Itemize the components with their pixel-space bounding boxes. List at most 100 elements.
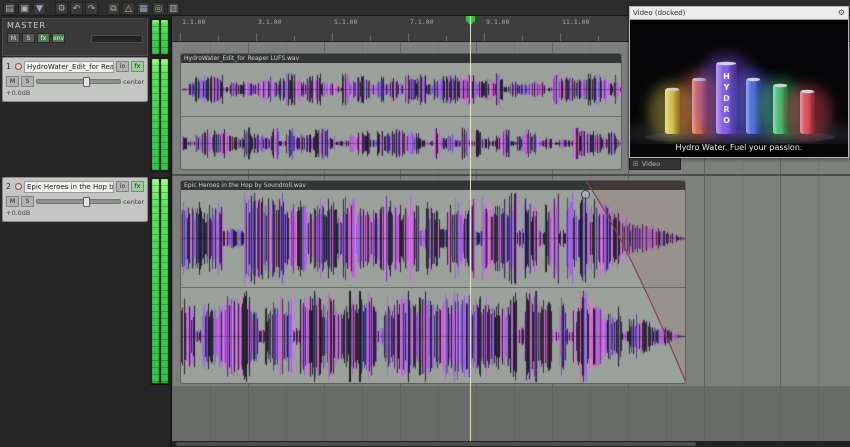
ruler-tick bbox=[256, 33, 257, 41]
meter-left-channel bbox=[152, 59, 159, 170]
media-item-label: HydroWater_Edit_for Reaper LUFS.wav bbox=[181, 54, 621, 63]
solo-button[interactable]: S bbox=[21, 196, 34, 207]
undo-icon[interactable]: ↶ bbox=[70, 1, 83, 15]
ruler-label: 5.1.00 bbox=[334, 18, 358, 26]
meter-right-channel bbox=[161, 59, 168, 170]
ruler-label: 9.1.00 bbox=[486, 18, 510, 26]
hydro-can-red bbox=[783, 84, 832, 140]
mute-button[interactable]: M bbox=[6, 196, 19, 207]
volume-fader-thumb[interactable] bbox=[82, 197, 90, 207]
track-name-input[interactable]: Epic Heroes in the Hop by Sou... bbox=[24, 180, 114, 193]
svg-text:Y: Y bbox=[723, 83, 730, 92]
master-track-panel[interactable]: MASTER M S fx env bbox=[2, 18, 148, 56]
new-project-icon[interactable]: ▤ bbox=[3, 1, 16, 15]
solo-button[interactable]: S bbox=[21, 76, 34, 87]
fade-handle[interactable] bbox=[581, 190, 590, 199]
ruler-tick bbox=[180, 33, 181, 41]
pan-value[interactable]: center bbox=[123, 198, 144, 206]
waveform-left-channel[interactable] bbox=[181, 190, 685, 287]
svg-text:R: R bbox=[723, 105, 729, 114]
hydro-cans-graphic: HYDRO bbox=[630, 53, 848, 144]
window-icon: ⊞ bbox=[633, 160, 639, 168]
master-level-meter bbox=[150, 18, 170, 56]
record-arm-button[interactable] bbox=[15, 183, 22, 190]
volume-fader[interactable] bbox=[36, 77, 122, 87]
meter-left-channel bbox=[152, 20, 159, 54]
horizontal-scrollbar[interactable] bbox=[172, 441, 850, 447]
mute-button[interactable]: M bbox=[6, 76, 19, 87]
item-grouping-icon[interactable]: ⧉ bbox=[107, 1, 120, 15]
record-arm-button[interactable] bbox=[15, 63, 22, 70]
video-docker-tab[interactable]: ⊞ Video bbox=[629, 158, 681, 170]
ruler-tick bbox=[598, 36, 599, 41]
ruler-label: 7.1.00 bbox=[410, 18, 434, 26]
waveform-right-channel[interactable] bbox=[181, 117, 621, 169]
video-caption: Hydro Water. Fuel your passion. bbox=[675, 143, 803, 152]
media-item-hydrowater[interactable]: HydroWater_Edit_for Reaper LUFS.wav bbox=[180, 53, 622, 170]
track-panel-2[interactable]: 2 Epic Heroes in the Hop by Sou... io fx… bbox=[2, 177, 148, 222]
edit-cursor-line bbox=[470, 16, 471, 441]
ruler-tick bbox=[484, 33, 485, 41]
fx-button[interactable]: fx bbox=[131, 61, 144, 72]
track-1-level-meter bbox=[150, 57, 170, 172]
master-env-button[interactable]: env bbox=[52, 33, 65, 43]
master-track-label: MASTER bbox=[7, 21, 46, 30]
pan-value[interactable]: center bbox=[123, 78, 144, 86]
ruler-tick bbox=[560, 33, 561, 41]
project-settings-icon[interactable]: ⚙ bbox=[55, 1, 68, 15]
track-panel-1[interactable]: 1 HydroWater_Edit_for Reaper... io fx M … bbox=[2, 57, 148, 102]
save-project-icon[interactable]: ▼ bbox=[33, 1, 46, 15]
media-item-label: Epic Heroes in the Hop by Soundroll.wav bbox=[181, 181, 685, 190]
svg-text:D: D bbox=[723, 94, 730, 103]
ruler-label: 3.1.00 bbox=[258, 18, 282, 26]
media-item-epic-heroes[interactable]: Epic Heroes in the Hop by Soundroll.wav bbox=[180, 180, 686, 384]
mixer-icon[interactable]: ▥ bbox=[167, 1, 180, 15]
track-number: 1 bbox=[6, 62, 11, 71]
scrollbar-thumb[interactable] bbox=[176, 442, 696, 446]
ruler-tick bbox=[370, 36, 371, 41]
meter-right-channel bbox=[161, 20, 168, 54]
svg-text:H: H bbox=[723, 72, 730, 81]
svg-text:O: O bbox=[723, 116, 730, 125]
reaper-window: ▤ ▣ ▼ ⚙ ↶ ↷ ⧉ △ ▦ ◎ ▥ MASTER M S fx env 1 HydroWat… bbox=[0, 0, 850, 447]
volume-readout: +0.0dB bbox=[6, 89, 31, 97]
grid-icon[interactable]: ▦ bbox=[137, 1, 150, 15]
snap-icon[interactable]: ◎ bbox=[152, 1, 165, 15]
ruler-label: 1.1.00 bbox=[182, 18, 206, 26]
master-fx-button[interactable]: fx bbox=[37, 33, 50, 43]
video-settings-icon[interactable]: ⚙ bbox=[838, 8, 845, 18]
waveform-right-channel[interactable] bbox=[181, 288, 685, 383]
fx-button[interactable]: fx bbox=[131, 181, 144, 192]
waveform-left-channel[interactable] bbox=[181, 63, 621, 116]
volume-fader[interactable] bbox=[36, 197, 122, 207]
open-project-icon[interactable]: ▣ bbox=[18, 1, 31, 15]
video-display: HYDRO Hydro Water. Fuel your passion. bbox=[630, 20, 848, 157]
empty-lane-area[interactable] bbox=[172, 386, 850, 441]
video-tab-label: Video bbox=[641, 160, 661, 168]
routing-button[interactable]: io bbox=[116, 61, 129, 72]
track-name-input[interactable]: HydroWater_Edit_for Reaper... bbox=[24, 60, 114, 73]
meter-right-channel bbox=[161, 179, 168, 383]
ruler-tick bbox=[408, 33, 409, 41]
panel-divider[interactable] bbox=[170, 16, 172, 447]
meter-left-channel bbox=[152, 179, 159, 383]
ruler-tick bbox=[522, 36, 523, 41]
ruler-tick bbox=[294, 36, 295, 41]
video-window: Video (docked) ⚙ H Y D R O Hydro Water. … bbox=[629, 6, 849, 158]
video-window-title: Video (docked) bbox=[633, 9, 686, 17]
master-mute-button[interactable]: M bbox=[7, 33, 20, 43]
ruler-tick bbox=[218, 36, 219, 41]
master-solo-button[interactable]: S bbox=[22, 33, 35, 43]
ruler-label: 11.1.00 bbox=[562, 18, 590, 26]
routing-button[interactable]: io bbox=[116, 181, 129, 192]
track-2-level-meter bbox=[150, 177, 170, 385]
master-volume-fader[interactable] bbox=[91, 35, 143, 43]
redo-icon[interactable]: ↷ bbox=[85, 1, 98, 15]
metronome-icon[interactable]: △ bbox=[122, 1, 135, 15]
video-window-titlebar[interactable]: Video (docked) ⚙ bbox=[630, 7, 848, 20]
track-control-panel: MASTER M S fx env 1 HydroWater_Edit_for … bbox=[0, 16, 172, 447]
ruler-tick bbox=[332, 33, 333, 41]
ruler-tick bbox=[446, 36, 447, 41]
volume-fader-thumb[interactable] bbox=[82, 77, 90, 87]
volume-readout: +0.0dB bbox=[6, 209, 31, 217]
